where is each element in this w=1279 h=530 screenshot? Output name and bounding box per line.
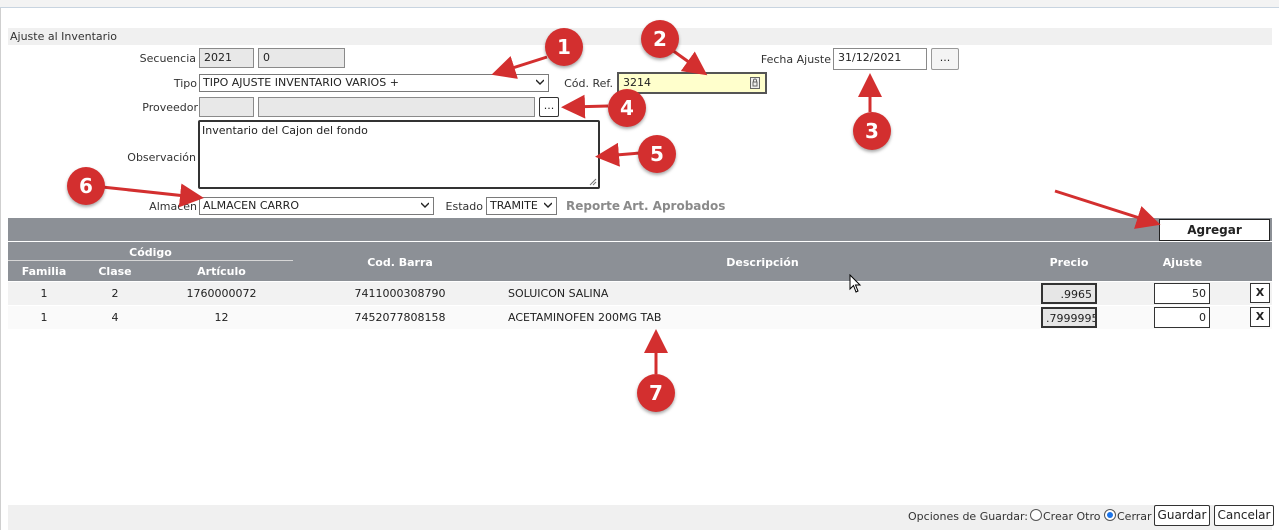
annotation-marker-6: 6 bbox=[67, 167, 105, 205]
crear-otro-radio[interactable] bbox=[1030, 509, 1042, 521]
arrow-5 bbox=[595, 142, 641, 167]
annotation-marker-3: 3 bbox=[853, 112, 891, 150]
arrow-7b bbox=[1054, 189, 1161, 229]
annotation-marker-5: 5 bbox=[638, 135, 676, 173]
save-options-label: Opciones de Guardar: bbox=[908, 510, 1029, 523]
annotation-marker-2: 2 bbox=[641, 20, 679, 58]
crear-otro-label[interactable]: Crear Otro bbox=[1043, 510, 1100, 523]
arrow-4 bbox=[561, 94, 609, 119]
cerrar-radio[interactable] bbox=[1104, 509, 1116, 521]
arrow-6 bbox=[101, 183, 204, 208]
guardar-button[interactable]: Guardar bbox=[1154, 505, 1210, 526]
annotation-marker-7: 7 bbox=[637, 374, 675, 412]
annotation-arrows bbox=[101, 48, 1161, 374]
cancelar-button[interactable]: Cancelar bbox=[1214, 505, 1274, 526]
cerrar-label[interactable]: Cerrar bbox=[1117, 510, 1152, 523]
annotation-marker-1: 1 bbox=[545, 28, 583, 66]
arrow-1 bbox=[491, 55, 548, 79]
arrow-2 bbox=[671, 48, 708, 76]
annotation-marker-4: 4 bbox=[608, 89, 646, 127]
